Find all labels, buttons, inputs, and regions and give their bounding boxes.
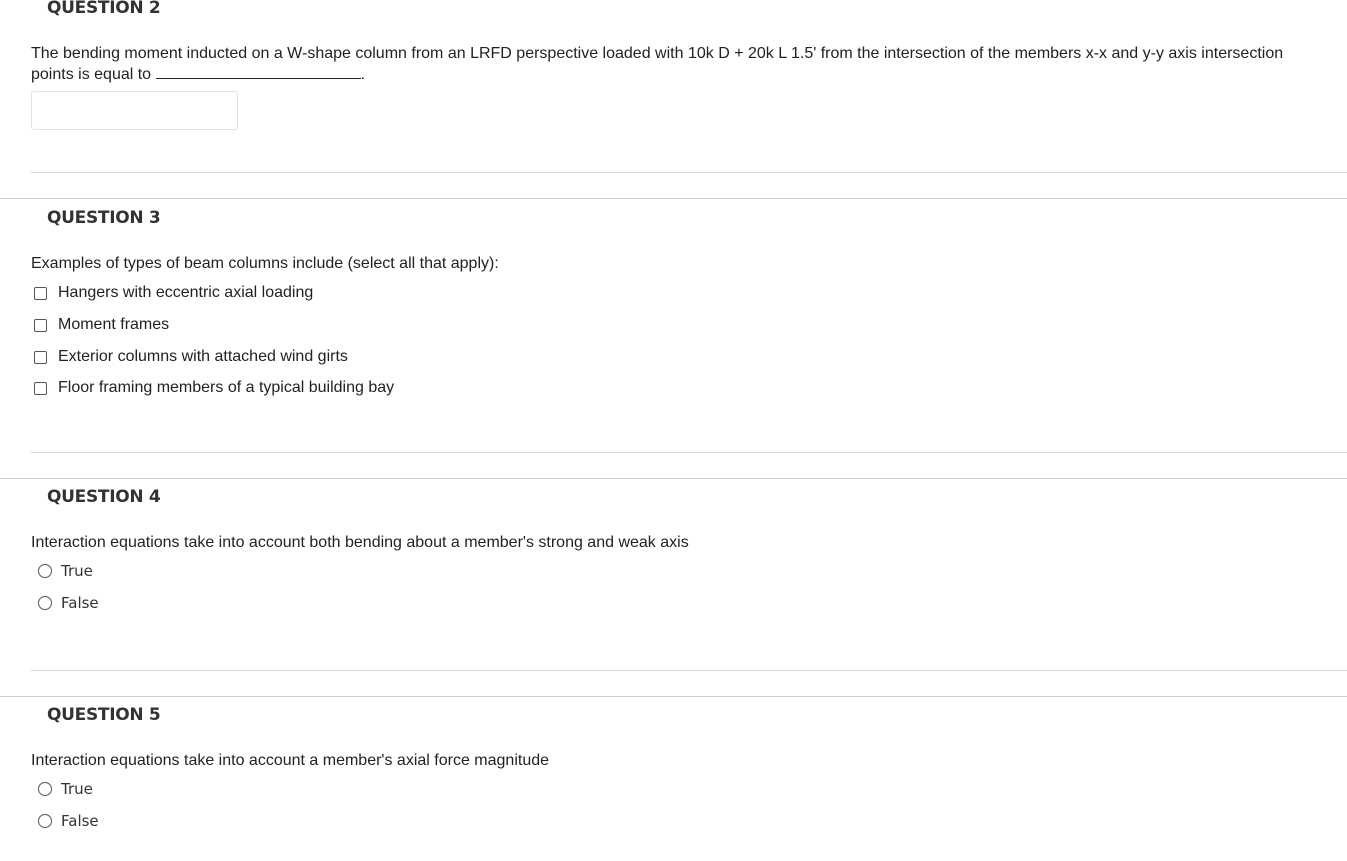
question-2-text: The bending moment inducted on a W-shape…	[31, 44, 1339, 85]
question-4-option-false[interactable]: False	[0, 594, 99, 612]
section-divider	[0, 478, 1347, 479]
fill-in-blank-line	[155, 64, 361, 79]
checkbox[interactable]	[34, 318, 47, 332]
section-divider	[0, 696, 1347, 697]
radio-button[interactable]	[38, 782, 52, 796]
question-3-option-1[interactable]: Hangers with eccentric axial loading	[0, 284, 313, 302]
option-label: True	[61, 562, 93, 580]
option-label: Hangers with eccentric axial loading	[58, 284, 314, 301]
option-label: False	[61, 812, 99, 830]
question-5-title: QUESTION 5	[47, 705, 161, 725]
question-2-divider	[31, 172, 1347, 173]
question-5-option-false[interactable]: False	[0, 812, 99, 830]
question-4-divider	[31, 670, 1347, 671]
option-label: Moment frames	[58, 316, 170, 333]
question-2-title: QUESTION 2	[47, 0, 161, 18]
question-3-option-2[interactable]: Moment frames	[0, 316, 169, 334]
section-divider	[0, 198, 1347, 199]
question-2-text-line1: The bending moment inducted on a W-shape…	[31, 45, 1284, 62]
radio-button[interactable]	[38, 814, 52, 828]
question-4-title: QUESTION 4	[47, 487, 161, 507]
option-label: Exterior columns with attached wind girt…	[58, 348, 348, 365]
option-label: False	[61, 594, 99, 612]
option-label: Floor framing members of a typical build…	[58, 379, 395, 396]
question-3-option-4[interactable]: Floor framing members of a typical build…	[0, 379, 394, 397]
question-4-option-true[interactable]: True	[0, 562, 93, 580]
question-2-text-end: .	[360, 66, 365, 83]
question-5-text: Interaction equations take into account …	[31, 752, 550, 769]
question-3-title: QUESTION 3	[47, 208, 161, 228]
question-3-option-3[interactable]: Exterior columns with attached wind girt…	[0, 348, 348, 366]
question-5-option-true[interactable]: True	[0, 780, 93, 798]
option-label: True	[61, 780, 93, 798]
checkbox[interactable]	[34, 286, 47, 300]
checkbox[interactable]	[34, 350, 47, 364]
question-4-text: Interaction equations take into account …	[31, 534, 689, 551]
question-3-divider	[31, 452, 1347, 453]
radio-button[interactable]	[38, 564, 52, 578]
radio-button[interactable]	[38, 596, 52, 610]
question-2-answer-input[interactable]	[31, 91, 238, 130]
question-3-text: Examples of types of beam columns includ…	[31, 255, 499, 272]
question-2-text-line2: points is equal to	[31, 66, 152, 83]
checkbox[interactable]	[34, 381, 47, 395]
